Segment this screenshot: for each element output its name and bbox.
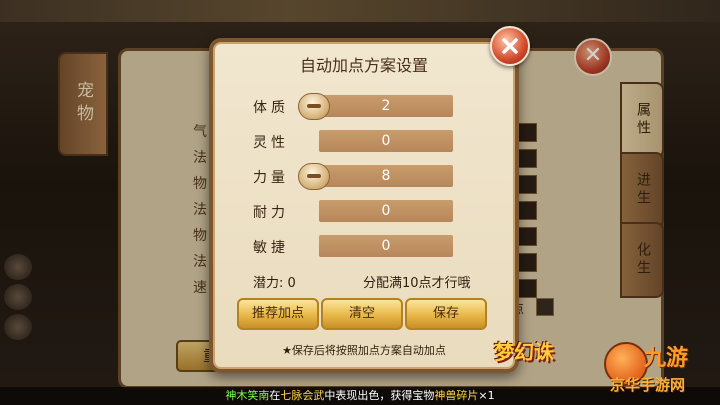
dialog-title: 自动加点方案设置 [299, 56, 428, 75]
minus-button-strength[interactable] [298, 163, 330, 190]
stat-value-endurance[interactable]: 0 [319, 200, 453, 222]
news-item-name[interactable]: 神兽碎片 [434, 389, 478, 402]
stat-label-endurance: 耐力 [253, 205, 289, 221]
clear-button[interactable]: 清空 [321, 298, 403, 330]
minus-button-constitution[interactable] [298, 93, 330, 120]
save-button[interactable]: 保存 [405, 298, 487, 330]
stat-label-constitution: 体质 [253, 100, 289, 116]
stat-label-agility: 敏捷 [253, 240, 289, 256]
news-text: 在 [269, 389, 281, 402]
dialog-close-button[interactable] [490, 26, 530, 66]
news-player-name[interactable]: 神木笑南 [225, 389, 269, 402]
stat-value-spirit[interactable]: 0 [319, 130, 453, 152]
stat-value-agility[interactable]: 0 [319, 235, 453, 257]
stat-label-strength: 力量 [253, 170, 289, 186]
allocation-rule-text: 分配满10点才行哦 [363, 276, 471, 291]
news-text: 中表现出色，获得宝物 [324, 389, 435, 402]
game-logo: 梦幻诛 [494, 340, 554, 364]
recommend-allocate-button[interactable]: 推荐加点 [237, 298, 319, 330]
stat-value-constitution[interactable]: 2 [319, 95, 453, 117]
close-icon [502, 38, 518, 54]
potential-points: 潜力: 0 [253, 276, 296, 291]
news-item-count: ×1 [478, 389, 495, 402]
stat-label-spirit: 灵性 [253, 135, 289, 151]
site-logo-main: 九游 [644, 346, 689, 371]
site-watermark-logo: 九游 京华手游网 [604, 336, 720, 394]
stat-value-strength[interactable]: 8 [319, 165, 453, 187]
site-logo-sub: 京华手游网 [610, 376, 686, 394]
auto-allocate-dialog: 自动加点方案设置 体质 2 灵性 0 力量 8 耐力 0 敏捷 0 潜力: 0 … [209, 38, 519, 373]
news-event-name: 七脉会武 [280, 389, 325, 402]
save-note: ★保存后将按照加点方案自动加点 [282, 344, 446, 357]
